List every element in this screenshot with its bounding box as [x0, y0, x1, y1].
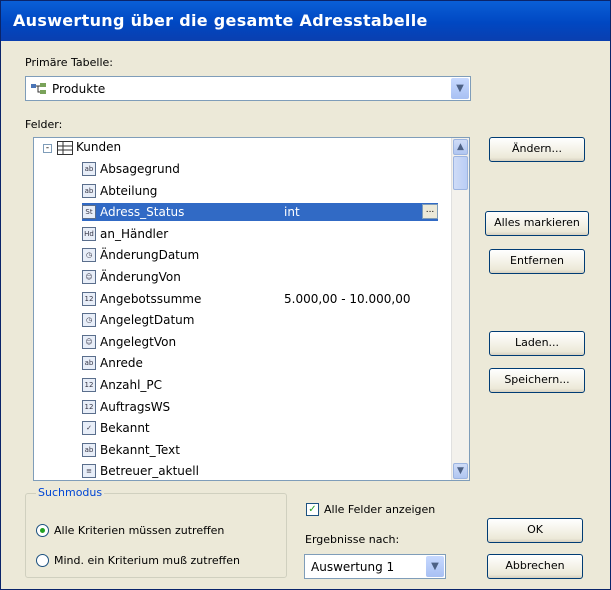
flag-field-icon: Hd	[82, 226, 96, 241]
field-row[interactable]: St Adress_Status int...	[82, 203, 438, 222]
primary-table-value: Produkte	[52, 82, 106, 96]
text-field-icon: ab	[82, 183, 96, 198]
scroll-up-icon[interactable]: ▲	[453, 139, 468, 155]
field-name: Bekannt	[100, 421, 150, 436]
field-row[interactable]: ☺ ÄnderungVon	[82, 268, 452, 286]
field-name: Betreuer_aktuell	[100, 464, 199, 479]
status-field-icon: St	[82, 205, 96, 220]
window-title: Auswertung über die gesamte Adresstabell…	[13, 11, 428, 30]
field-name: ÄnderungDatum	[100, 248, 200, 263]
field-name: Abteilung	[100, 183, 158, 198]
edit-criterion-button[interactable]: ...	[422, 204, 438, 220]
radio-all-criteria-label[interactable]: Alle Kriterien müssen zutreffen	[54, 524, 224, 537]
tree-scrollbar[interactable]: ▲ ▼	[451, 138, 469, 480]
clock-field-icon: ◷	[82, 248, 96, 263]
field-row[interactable]: 12 Anzahl_PC	[82, 376, 452, 394]
user-field-icon: ☺	[82, 270, 96, 284]
field-row[interactable]: 12 AuftragsWS	[82, 398, 452, 416]
field-name: AuftragsWS	[100, 399, 171, 414]
field-row[interactable]: ab Abteilung	[82, 182, 452, 200]
primary-table-select[interactable]: Produkte ▼	[25, 76, 471, 101]
clock-field-icon: ◷	[82, 313, 96, 328]
laden-button[interactable]: Laden...	[489, 331, 585, 356]
results-value: Auswertung 1	[311, 560, 395, 574]
tree-root-label: Kunden	[76, 140, 122, 154]
text-field-icon: ab	[82, 162, 96, 176]
radio-all-criteria[interactable]	[36, 524, 49, 537]
field-criterion-value: int	[284, 205, 300, 220]
ok-button[interactable]: OK	[487, 518, 583, 543]
field-name: AngelegtDatum	[100, 313, 195, 328]
radio-one-criterion[interactable]	[36, 554, 49, 567]
number-field-icon: 12	[82, 378, 96, 392]
field-criterion-value: 5.000,00 - 10.000,00	[284, 291, 411, 306]
field-name: Absagegrund	[100, 162, 180, 176]
field-name: AngelegtVon	[100, 334, 177, 349]
relation-icon	[31, 83, 47, 95]
field-name: Anrede	[100, 356, 143, 371]
number-field-icon: 12	[82, 399, 96, 414]
fields-label: Felder:	[25, 118, 63, 131]
show-all-label[interactable]: Alle Felder anzeigen	[324, 503, 435, 516]
speichern-button[interactable]: Speichern...	[489, 368, 585, 393]
title-bar: Auswertung über die gesamte Adresstabell…	[1, 1, 610, 41]
field-row[interactable]: 12 Angebotssumme 5.000,00 - 10.000,00	[82, 290, 452, 308]
field-row[interactable]: ab Bekannt_Text	[82, 441, 452, 459]
field-row[interactable]: ◷ ÄnderungDatum	[82, 246, 452, 264]
field-row[interactable]: ✓ Bekannt	[82, 419, 452, 437]
table-icon	[57, 141, 73, 155]
results-label: Ergebnisse nach:	[305, 533, 400, 546]
search-mode-group: Suchmodus Alle Kriterien müssen zutreffe…	[25, 486, 287, 578]
entfernen-button[interactable]: Entfernen	[489, 249, 585, 274]
field-name: Anzahl_PC	[100, 378, 163, 392]
field-row[interactable]: ≡ Betreuer_aktuell	[82, 462, 452, 480]
aendern-button[interactable]: Ändern...	[489, 137, 585, 162]
field-name: ÄnderungVon	[100, 270, 181, 284]
collapse-icon[interactable]: -	[43, 144, 52, 153]
search-mode-title: Suchmodus	[36, 486, 105, 499]
results-dropdown-icon[interactable]: ▼	[426, 556, 444, 577]
list-field-icon: ≡	[82, 464, 96, 479]
results-select[interactable]: Auswertung 1 ▼	[304, 554, 446, 579]
field-row[interactable]: ab Absagegrund	[82, 160, 452, 178]
dialog-window: Auswertung über die gesamte Adresstabell…	[0, 0, 611, 590]
checkbox-field-icon: ✓	[82, 421, 96, 436]
field-row[interactable]: ◷ AngelegtDatum	[82, 311, 452, 329]
text-field-icon: ab	[82, 356, 96, 371]
chevron-down-icon[interactable]: ▼	[451, 78, 469, 99]
field-row[interactable]: Hd an_Händler	[82, 225, 452, 243]
field-row[interactable]: ab Anrede	[82, 354, 452, 372]
field-row[interactable]: ☺ AngelegtVon	[82, 333, 452, 351]
number-field-icon: 12	[82, 291, 96, 306]
user-field-icon: ☺	[82, 334, 96, 349]
scroll-down-icon[interactable]: ▼	[453, 463, 468, 479]
primary-table-label: Primäre Tabelle:	[25, 56, 113, 69]
fields-tree[interactable]: - Kunden ab Absagegrund ab Abteilung St Adres…	[33, 137, 470, 481]
field-name: an_Händler	[100, 226, 169, 241]
alles-markieren-button[interactable]: Alles markieren	[485, 211, 589, 236]
field-name: Angebotssumme	[100, 291, 202, 306]
radio-one-criterion-label[interactable]: Mind. ein Kriterium muß zutreffen	[54, 554, 240, 567]
show-all-checkbox[interactable]: ✓	[306, 503, 319, 516]
field-name: Adress_Status	[100, 205, 185, 220]
abbrechen-button[interactable]: Abbrechen	[487, 554, 583, 579]
field-name: Bekannt_Text	[100, 442, 180, 457]
scroll-thumb[interactable]	[453, 156, 468, 190]
text-field-icon: ab	[82, 442, 96, 457]
